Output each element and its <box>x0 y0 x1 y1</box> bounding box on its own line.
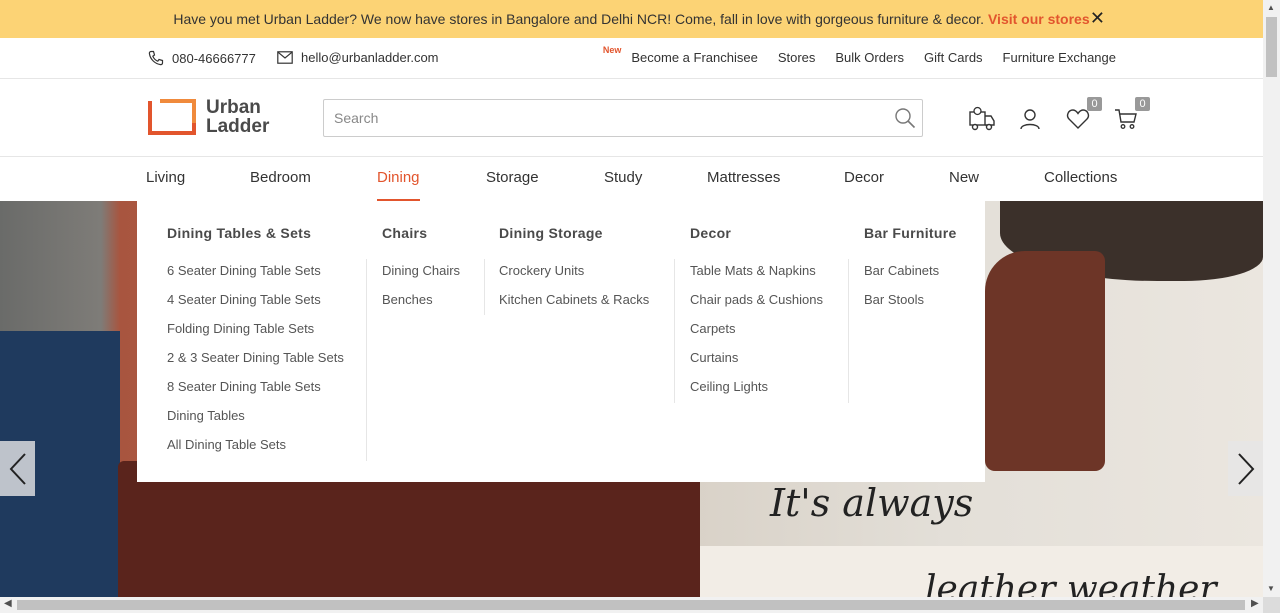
scroll-down-icon[interactable]: ▼ <box>1267 584 1275 593</box>
franchisee-link-label: Become a Franchisee <box>631 50 758 65</box>
dining-mega-menu: Dining Tables & Sets 6 Seater Dining Tab… <box>137 201 985 482</box>
phone-number: 080-46666777 <box>172 50 256 66</box>
column-title[interactable]: Chairs <box>382 225 460 245</box>
carousel-next-button[interactable] <box>1228 441 1263 496</box>
menu-item[interactable]: Crockery Units <box>499 263 649 292</box>
menu-item[interactable]: Bar Cabinets <box>864 263 957 292</box>
logo[interactable]: Urban Ladder <box>148 98 269 136</box>
column-title[interactable]: Decor <box>690 225 823 245</box>
franchisee-link[interactable]: New Become a Franchisee <box>603 45 758 65</box>
gift-cards-link[interactable]: Gift Cards <box>924 50 983 65</box>
hero-text-line2: leather weather <box>925 569 1217 597</box>
bulk-orders-link[interactable]: Bulk Orders <box>835 50 904 65</box>
search-input[interactable] <box>324 100 884 136</box>
menu-item[interactable]: Bar Stools <box>864 292 957 321</box>
mail-icon <box>277 51 293 64</box>
nav-decor[interactable]: Decor <box>844 169 884 186</box>
hero-leather-chair <box>985 251 1105 471</box>
nav-dining[interactable]: Dining <box>377 169 420 201</box>
nav-study[interactable]: Study <box>604 169 642 186</box>
column-divider <box>366 259 367 461</box>
stores-link[interactable]: Stores <box>778 50 816 65</box>
chevron-left-icon <box>9 452 26 485</box>
menu-item[interactable]: Folding Dining Table Sets <box>167 321 344 350</box>
column-title[interactable]: Dining Storage <box>499 225 649 245</box>
nav-storage[interactable]: Storage <box>486 169 539 186</box>
column-divider <box>848 259 849 403</box>
menu-column-chairs: Chairs Dining Chairs Benches <box>382 225 460 321</box>
header-icons: 0 0 <box>968 97 1150 133</box>
menu-item[interactable]: Ceiling Lights <box>690 379 823 408</box>
menu-column-decor: Decor Table Mats & Napkins Chair pads & … <box>690 225 823 408</box>
menu-item[interactable]: All Dining Table Sets <box>167 437 344 466</box>
menu-column-dining-tables: Dining Tables & Sets 6 Seater Dining Tab… <box>167 225 344 466</box>
column-title[interactable]: Dining Tables & Sets <box>167 225 344 245</box>
scrollbar-corner <box>1263 597 1280 613</box>
email-contact[interactable]: hello@urbanladder.com <box>277 50 439 65</box>
furniture-exchange-link[interactable]: Furniture Exchange <box>1003 50 1116 65</box>
phone-icon <box>148 50 164 66</box>
nav-living[interactable]: Living <box>146 169 185 186</box>
vertical-scrollbar[interactable]: ▲ ▼ <box>1263 0 1280 597</box>
announcement-text: Have you met Urban Ladder? We now have s… <box>173 11 984 27</box>
visit-stores-link[interactable]: Visit our stores <box>988 11 1090 27</box>
menu-item[interactable]: Curtains <box>690 350 823 379</box>
carousel-prev-button[interactable] <box>0 441 35 496</box>
announcement-bar: Have you met Urban Ladder? We now have s… <box>0 0 1263 38</box>
nav-bedroom[interactable]: Bedroom <box>250 169 311 186</box>
scroll-right-icon[interactable]: ▶ <box>1251 598 1259 609</box>
top-links: New Become a Franchisee Stores Bulk Order… <box>603 45 1116 65</box>
menu-item[interactable]: 8 Seater Dining Table Sets <box>167 379 344 408</box>
nav-mattresses[interactable]: Mattresses <box>707 169 780 186</box>
menu-item[interactable]: Dining Chairs <box>382 263 460 292</box>
menu-item[interactable]: Benches <box>382 292 460 321</box>
menu-item[interactable]: 4 Seater Dining Table Sets <box>167 292 344 321</box>
top-contact-bar: 080-46666777 hello@urbanladder.com New Be… <box>0 38 1263 79</box>
horizontal-scrollbar[interactable]: ◀ ▶ <box>0 597 1263 613</box>
chevron-right-icon <box>1237 452 1254 485</box>
menu-item[interactable]: Dining Tables <box>167 408 344 437</box>
cart-icon[interactable]: 0 <box>1112 97 1150 133</box>
close-icon[interactable]: ✕ <box>1090 9 1105 27</box>
nav-new[interactable]: New <box>949 169 979 186</box>
main-nav: Living Bedroom Dining Storage Study Matt… <box>0 157 1263 201</box>
column-divider <box>674 259 675 403</box>
menu-item[interactable]: Carpets <box>690 321 823 350</box>
menu-item[interactable]: Table Mats & Napkins <box>690 263 823 292</box>
vertical-scroll-thumb[interactable] <box>1266 17 1277 77</box>
menu-item[interactable]: 6 Seater Dining Table Sets <box>167 263 344 292</box>
column-title[interactable]: Bar Furniture <box>864 225 957 245</box>
menu-item[interactable]: 2 & 3 Seater Dining Table Sets <box>167 350 344 379</box>
horizontal-scroll-thumb[interactable] <box>17 600 1245 610</box>
scroll-left-icon[interactable]: ◀ <box>4 598 12 609</box>
wishlist-count: 0 <box>1087 97 1102 111</box>
logo-line2: Ladder <box>206 116 270 137</box>
scroll-up-icon[interactable]: ▲ <box>1267 3 1275 12</box>
menu-column-dining-storage: Dining Storage Crockery Units Kitchen Ca… <box>499 225 649 321</box>
logo-line1: Urban <box>206 97 261 118</box>
logo-mark <box>148 99 196 135</box>
site-header: Urban Ladder 0 0 <box>0 79 1263 157</box>
search-box <box>323 99 923 137</box>
column-divider <box>484 259 485 315</box>
track-order-icon[interactable] <box>968 105 996 133</box>
logo-text: Urban Ladder <box>206 98 269 136</box>
menu-item[interactable]: Chair pads & Cushions <box>690 292 823 321</box>
phone-contact[interactable]: 080-46666777 <box>148 50 256 66</box>
wishlist-icon[interactable]: 0 <box>1064 97 1102 133</box>
email-address: hello@urbanladder.com <box>301 50 439 65</box>
search-icon[interactable] <box>894 107 916 134</box>
menu-item[interactable]: Kitchen Cabinets & Racks <box>499 292 649 321</box>
hero-text-line1: It's always <box>770 481 974 525</box>
profile-icon[interactable] <box>1016 105 1044 133</box>
new-tag: New <box>602 45 622 55</box>
menu-column-bar-furniture: Bar Furniture Bar Cabinets Bar Stools <box>864 225 957 321</box>
cart-count: 0 <box>1135 97 1150 111</box>
nav-collections[interactable]: Collections <box>1044 169 1117 186</box>
